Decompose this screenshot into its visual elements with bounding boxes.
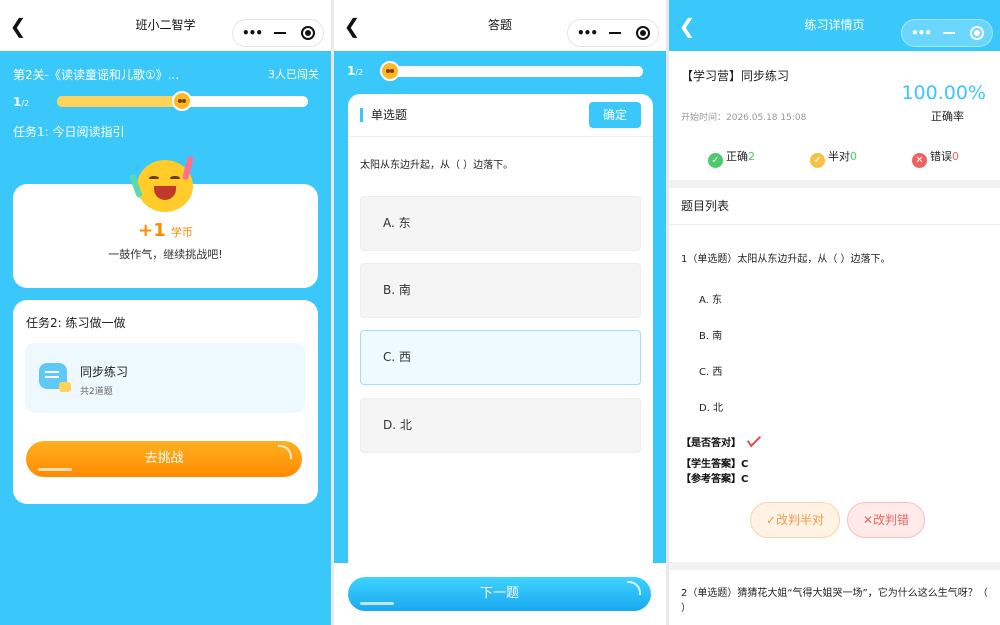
option-a[interactable]: A. 东 [360, 196, 641, 251]
nav-bar: ❮ 练习详情页 ••• [669, 0, 1000, 51]
progress-face-icon [380, 61, 400, 81]
accuracy-label: 正确率 [931, 110, 964, 123]
confirm-button[interactable]: 确定 [589, 102, 641, 128]
progress-fill [57, 96, 183, 107]
minimize-icon[interactable] [938, 24, 960, 42]
correct-stat: ✓ 正确2 [708, 148, 755, 168]
option-b[interactable]: B. 南 [360, 263, 641, 318]
mini-program-capsule: ••• [232, 19, 324, 47]
practice-detail-screen: ❮ 练习详情页 ••• 【学习营】同步练习 100.00% 正确率 开始时间：2… [669, 0, 1000, 625]
progress-counter: 1/2 [13, 95, 30, 109]
question-list-title: 题目列表 [681, 199, 730, 213]
next-button[interactable]: 下一题 [348, 577, 651, 611]
nav-bar: ❮ 答题 ••• [334, 0, 666, 51]
more-icon[interactable]: ••• [574, 24, 600, 42]
half-check-icon: ✓ [810, 153, 825, 168]
more-icon[interactable]: ••• [239, 24, 265, 42]
mark-wrong-button[interactable]: ✕改判错 [847, 502, 925, 538]
is-correct-row: 【是否答对】 [681, 431, 761, 449]
q1-option-b: B. 南 [699, 331, 723, 342]
mark-half-button[interactable]: ✓改判半对 [750, 502, 840, 538]
start-time: 开始时间：2026.05.18 15:08 [681, 113, 807, 123]
question-1-text: 1（单选题）太阳从东边升起，从（ ）边落下。 [681, 254, 891, 265]
wrong-stat: ✕ 错误0 [912, 148, 959, 168]
passed-count: 3人已闯关 [268, 68, 319, 81]
level-screen: ❮ 班小二智学 ••• 第2关-《读读童谣和儿歌①》... 3人已闯关 1/2 … [0, 0, 331, 625]
check-circle-icon: ✓ [708, 153, 723, 168]
question-2-text: 2（单选题）猜猜花大姐“气得大姐哭一场”，它为什么这么生气呀？（ ） [681, 588, 988, 614]
close-program-icon[interactable] [297, 24, 319, 42]
close-program-icon[interactable] [966, 24, 988, 42]
cross-icon: ✕ [862, 513, 874, 527]
option-d[interactable]: D. 北 [360, 398, 641, 453]
mini-program-capsule: ••• [567, 19, 659, 47]
q1-option-c: C. 西 [699, 367, 723, 378]
question-card: 单选题 确定 太阳从东边升起，从（ ）边落下。 A. 东 B. 南 C. 西 D… [348, 94, 653, 572]
nav-bar: ❮ 班小二智学 ••• [0, 0, 331, 51]
close-program-icon[interactable] [632, 24, 654, 42]
reference-answer: 【参考答案】C [681, 474, 749, 485]
progress-counter: 1/2 [347, 64, 364, 78]
exercise-count: 共2道题 [80, 387, 113, 397]
exercise-title: 同步练习 [80, 365, 129, 379]
practice-title: 【学习营】同步练习 [681, 69, 790, 83]
option-c[interactable]: C. 西 [360, 330, 641, 385]
progress-bar [382, 66, 643, 77]
question-type: 单选题 [360, 108, 407, 122]
more-icon[interactable]: ••• [908, 24, 934, 42]
cheer-text: 一鼓作气，继续挑战吧! [108, 248, 223, 261]
level-title: 第2关-《读读童谣和儿歌①》... [13, 68, 180, 82]
student-answer: 【学生答案】C [681, 459, 749, 470]
progress-face-icon [172, 91, 192, 111]
minimize-icon[interactable] [269, 24, 291, 42]
accuracy-value: 100.00% [901, 82, 986, 104]
q1-option-a: A. 东 [699, 295, 723, 306]
laughing-emoji-icon [129, 155, 195, 212]
cross-circle-icon: ✕ [912, 153, 927, 168]
exercise-book-icon [39, 363, 71, 392]
minimize-icon[interactable] [604, 24, 626, 42]
bottom-bar: 下一题 [334, 563, 666, 625]
half-stat: ✓ 半对0 [810, 148, 857, 168]
checkmark-icon [747, 431, 761, 448]
half-mark-icon: ✓ [765, 513, 777, 527]
exercise-item[interactable]: 同步练习 共2道题 [25, 343, 305, 413]
challenge-button[interactable]: 去挑战 [26, 441, 302, 477]
task1-label: 任务1: 今日阅读指引 [13, 125, 125, 139]
task2-label: 任务2: 练习做一做 [26, 316, 126, 330]
q1-option-d: D. 北 [699, 403, 724, 414]
coin-reward: +1 学币 [138, 220, 193, 241]
question-text: 太阳从东边升起，从（ ）边落下。 [360, 160, 514, 171]
mini-program-capsule: ••• [901, 19, 993, 47]
